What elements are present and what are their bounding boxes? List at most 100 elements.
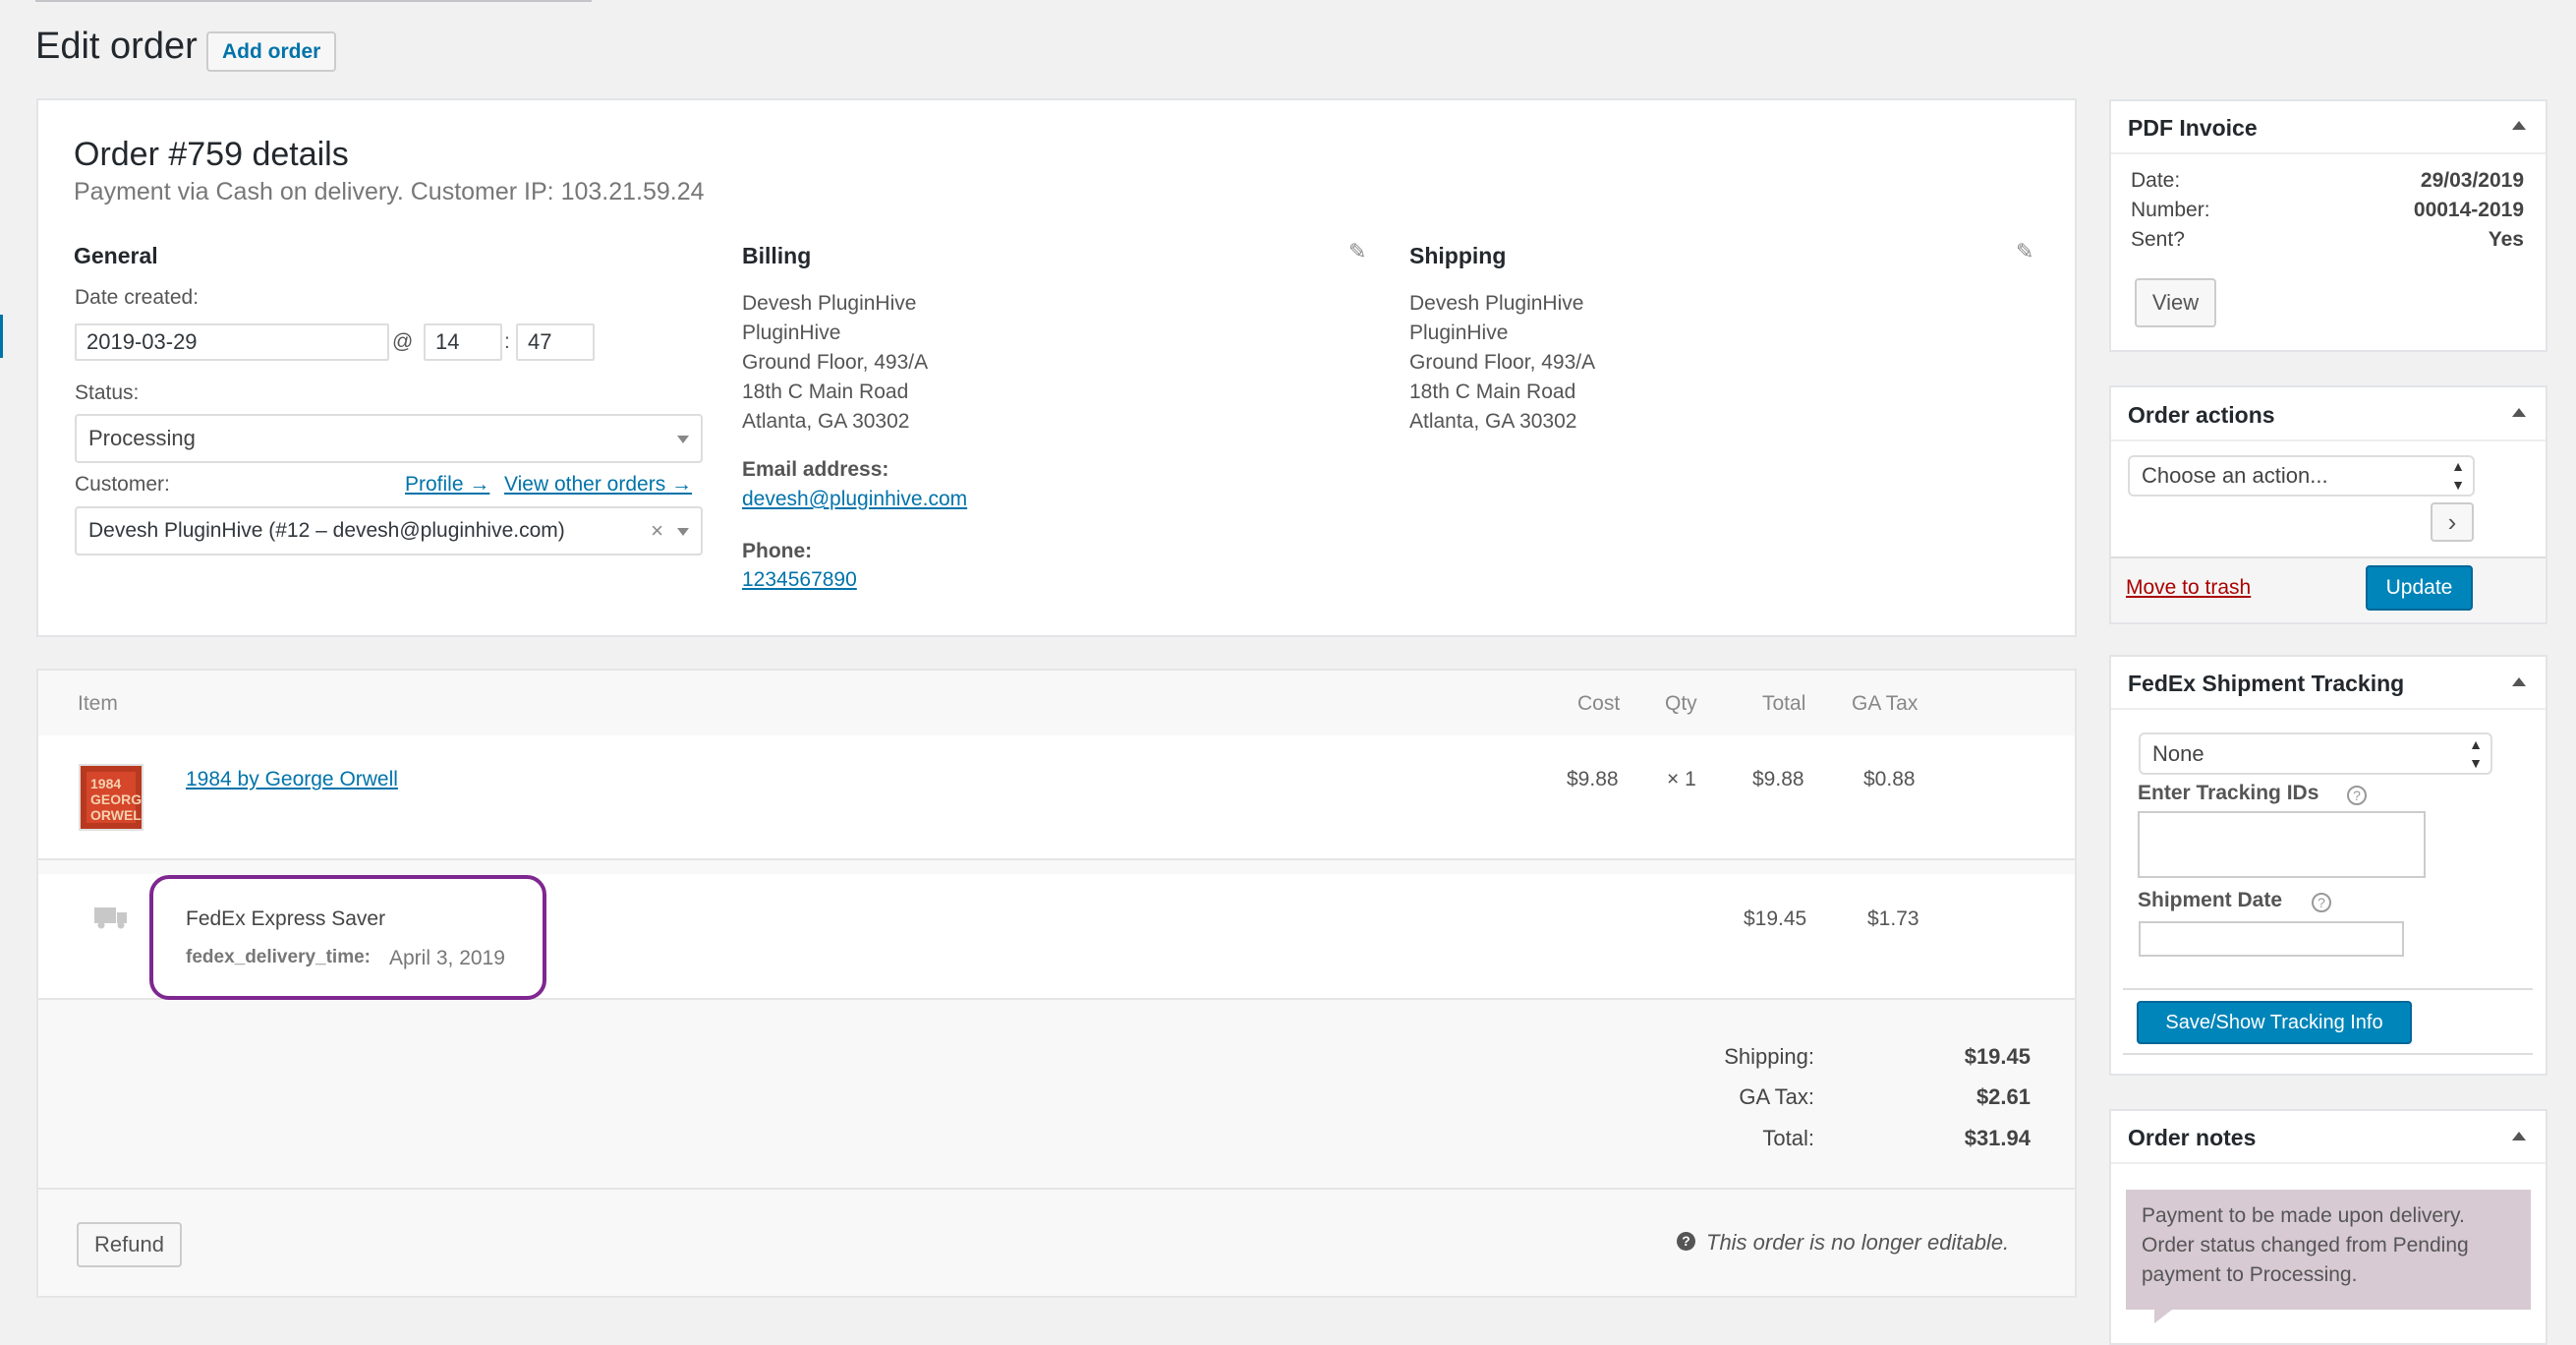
date-created-label: Date created: xyxy=(75,286,200,309)
billing-line: Ground Floor, 493/A xyxy=(742,351,929,374)
col-header-qty: Qty xyxy=(1665,692,1697,715)
order-notes-heading: Order notes xyxy=(2128,1125,2257,1150)
totals-total-value: $31.94 xyxy=(1964,1126,2031,1150)
divider xyxy=(2111,1162,2546,1164)
updown-arrows-icon: ▲ ▼ xyxy=(2469,736,2483,771)
edit-shipping-pencil-icon[interactable]: ✎ xyxy=(2016,239,2033,264)
status-label: Status: xyxy=(75,381,140,404)
updown-arrows-icon: ▲ ▼ xyxy=(2451,458,2465,493)
date-created-input[interactable]: 2019-03-29 xyxy=(75,323,389,361)
collapse-toggle-icon[interactable] xyxy=(2512,408,2526,417)
not-editable-notice: This order is no longer editable. xyxy=(1706,1230,2010,1255)
divider xyxy=(2123,988,2533,990)
invoice-sent-value: Yes xyxy=(2488,228,2524,251)
tracking-carrier-select[interactable]: None ▲ ▼ xyxy=(2139,732,2492,775)
view-other-orders-link[interactable]: View other orders → xyxy=(504,473,692,497)
phone-label: Phone: xyxy=(742,540,813,562)
shipment-date-input[interactable] xyxy=(2139,921,2404,957)
billing-line: PluginHive xyxy=(742,322,841,344)
note-line: Order status changed from Pending xyxy=(2142,1234,2469,1257)
shipment-date-label: Shipment Date xyxy=(2138,889,2283,911)
customer-select[interactable]: Devesh PluginHive (#12 – devesh@pluginhi… xyxy=(75,506,703,556)
totals-tax-label: GA Tax: xyxy=(1739,1084,1814,1109)
hour-input[interactable]: 14 xyxy=(424,323,502,361)
collapse-toggle-icon[interactable] xyxy=(2512,1132,2526,1140)
divider xyxy=(2111,439,2546,441)
product-total: $9.88 xyxy=(1752,768,1804,790)
edge-indicator xyxy=(0,315,3,358)
page-title: Edit order xyxy=(35,26,198,67)
note-pointer xyxy=(2154,1310,2172,1323)
fedex-tracking-heading: FedEx Shipment Tracking xyxy=(2128,671,2405,696)
help-icon: ? xyxy=(1677,1232,1695,1251)
billing-heading: Billing xyxy=(742,243,812,268)
chevron-down-icon xyxy=(677,528,689,536)
divider xyxy=(2123,1053,2533,1055)
email-label: Email address: xyxy=(742,458,889,481)
add-order-button[interactable]: Add order xyxy=(206,31,337,72)
at-sign: @ xyxy=(392,330,414,353)
shipping-address: Devesh PluginHive PluginHive Ground Floo… xyxy=(1409,289,1595,437)
save-tracking-button[interactable]: Save/Show Tracking Info xyxy=(2137,1001,2412,1044)
totals-shipping-value: $19.45 xyxy=(1964,1044,2031,1069)
refund-button[interactable]: Refund xyxy=(77,1222,182,1267)
order-action-select-value: Choose an action... xyxy=(2142,463,2328,488)
order-details-title: Order #759 details xyxy=(74,136,349,173)
product-name-link[interactable]: 1984 by George Orwell xyxy=(186,768,398,791)
product-qty: × 1 xyxy=(1667,768,1696,790)
collapse-toggle-icon[interactable] xyxy=(2512,677,2526,686)
shipping-line: Devesh PluginHive xyxy=(1409,292,1584,315)
tracking-carrier-select-value: None xyxy=(2152,741,2204,766)
view-invoice-button[interactable]: View xyxy=(2135,278,2216,327)
highlight-annotation xyxy=(149,875,546,1000)
help-icon[interactable]: ? xyxy=(2312,893,2331,912)
minute-input[interactable]: 47 xyxy=(516,323,595,361)
order-action-select[interactable]: Choose an action... ▲ ▼ xyxy=(2128,455,2475,497)
note-line: Payment to be made upon delivery. xyxy=(2142,1204,2465,1227)
billing-line: 18th C Main Road xyxy=(742,380,909,403)
billing-phone-link[interactable]: 1234567890 xyxy=(742,568,857,592)
col-header-tax: GA Tax xyxy=(1852,692,1918,715)
divider xyxy=(2111,708,2546,710)
customer-label: Customer: xyxy=(75,473,170,496)
tracking-ids-textarea[interactable] xyxy=(2138,811,2426,878)
top-divider xyxy=(35,0,592,2)
pdf-invoice-heading: PDF Invoice xyxy=(2128,115,2258,141)
product-tax: $0.88 xyxy=(1863,768,1916,790)
billing-line: Atlanta, GA 30302 xyxy=(742,410,910,433)
invoice-number-value: 00014-2019 xyxy=(2413,199,2524,221)
shipping-line-total: $19.45 xyxy=(1744,907,1807,930)
customer-profile-link[interactable]: Profile → xyxy=(405,473,489,497)
move-to-trash-link[interactable]: Move to trash xyxy=(2126,576,2251,600)
status-select[interactable]: Processing xyxy=(75,414,703,463)
totals-shipping-label: Shipping: xyxy=(1724,1044,1814,1069)
update-button[interactable]: Update xyxy=(2366,565,2473,611)
edit-billing-pencil-icon[interactable]: ✎ xyxy=(1348,239,1366,264)
invoice-date-label: Date: xyxy=(2131,169,2181,192)
order-note: Payment to be made upon delivery. Order … xyxy=(2126,1190,2531,1310)
billing-line: Devesh PluginHive xyxy=(742,292,917,315)
billing-email-link[interactable]: devesh@pluginhive.com xyxy=(742,488,967,511)
invoice-number-label: Number: xyxy=(2131,199,2210,221)
col-header-total: Total xyxy=(1762,692,1806,715)
divider xyxy=(38,1188,2075,1190)
table-row xyxy=(38,735,2075,860)
status-select-value: Processing xyxy=(88,426,196,450)
clear-customer-icon[interactable]: × xyxy=(651,508,663,554)
totals-total-label: Total: xyxy=(1762,1126,1814,1150)
help-icon[interactable]: ? xyxy=(2347,786,2367,805)
order-details-subtitle: Payment via Cash on delivery. Customer I… xyxy=(74,178,705,205)
tracking-ids-label: Enter Tracking IDs xyxy=(2138,782,2319,804)
product-thumbnail: 1984 GEORGE ORWELL xyxy=(79,764,143,831)
shipping-line: Ground Floor, 493/A xyxy=(1409,351,1596,374)
shipping-line-tax: $1.73 xyxy=(1867,907,1919,930)
col-header-cost: Cost xyxy=(1577,692,1621,715)
order-actions-heading: Order actions xyxy=(2128,402,2275,428)
shipping-line: PluginHive xyxy=(1409,322,1509,344)
general-heading: General xyxy=(74,243,158,268)
shipping-heading: Shipping xyxy=(1409,243,1507,268)
collapse-toggle-icon[interactable] xyxy=(2512,121,2526,130)
invoice-sent-label: Sent? xyxy=(2131,228,2185,251)
apply-action-button[interactable]: › xyxy=(2431,502,2474,542)
truck-icon xyxy=(94,907,127,929)
